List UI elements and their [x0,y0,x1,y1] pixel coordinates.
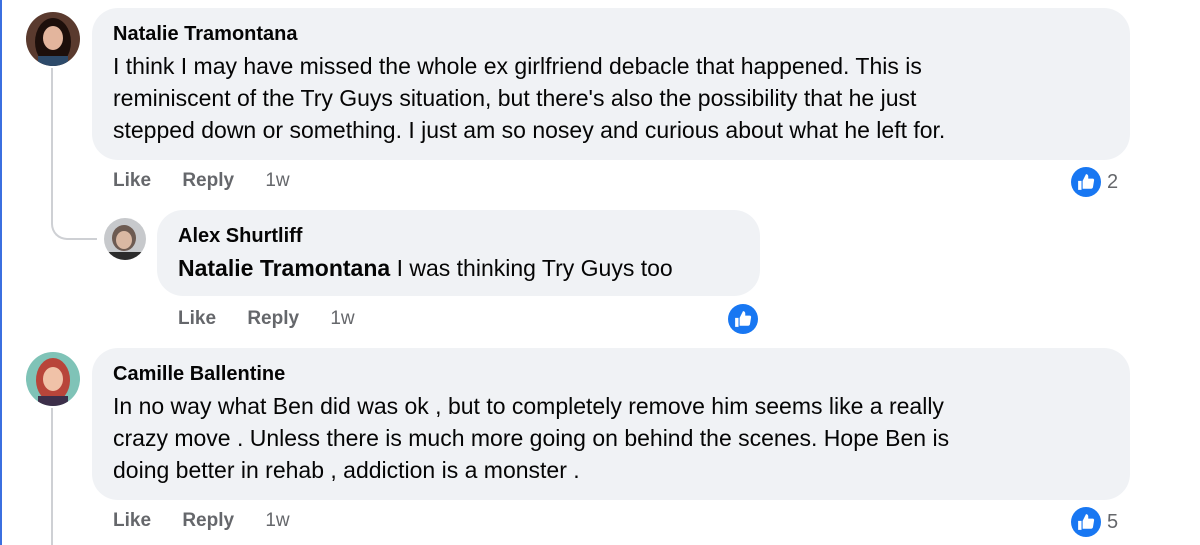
comment-timestamp[interactable]: 1w [265,170,289,191]
reply-button[interactable]: Reply [182,510,234,531]
comment-author[interactable]: Alex Shurtliff [178,225,302,248]
comment-author[interactable]: Natalie Tramontana [113,23,298,46]
avatar[interactable] [26,12,80,66]
reply-button[interactable]: Reply [182,170,234,191]
avatar[interactable] [26,352,80,406]
comment-bubble: Camille Ballentine In no way what Ben di… [92,348,1130,500]
thumbs-up-icon [1071,167,1101,197]
reply-button[interactable]: Reply [247,308,299,329]
like-button[interactable]: Like [178,308,216,329]
comment-text-line: reminiscent of the Try Guys situation, b… [113,85,917,111]
comment-actions: Like Reply 1w [178,308,355,330]
comment-text-body: I was thinking Try Guys too [390,255,673,281]
avatar[interactable] [104,218,146,260]
thumbs-up-icon [1071,507,1101,537]
comment-text: I think I may have missed the whole ex g… [113,50,1123,146]
mention-link[interactable]: Natalie Tramontana [178,255,390,281]
like-button[interactable]: Like [113,170,151,191]
comment-text-line: crazy move . Unless there is much more g… [113,425,950,451]
comment-author[interactable]: Camille Ballentine [113,363,285,386]
reaction-summary[interactable]: 2 [1071,167,1118,197]
reaction-summary[interactable] [728,304,758,334]
comment-text-line: I think I may have missed the whole ex g… [113,53,922,79]
thumbs-up-icon [728,304,758,334]
comment-timestamp[interactable]: 1w [265,510,289,531]
reaction-count: 2 [1107,170,1119,193]
thread-connector [51,68,53,218]
reaction-summary[interactable]: 5 [1071,507,1118,537]
comment-text-line: stepped down or something. I just am so … [113,117,946,143]
comment-actions: Like Reply 1w [113,170,290,192]
comment-text-line: In no way what Ben did was ok , but to c… [113,393,944,419]
comment-bubble: Natalie Tramontana I think I may have mi… [92,8,1130,160]
left-edge-divider [0,0,2,545]
like-button[interactable]: Like [113,510,151,531]
comment-timestamp[interactable]: 1w [330,308,354,329]
thread-connector [51,408,53,545]
comment-text-line: doing better in rehab , addiction is a m… [113,457,580,483]
comment-text: Natalie Tramontana I was thinking Try Gu… [178,252,673,284]
comment-actions: Like Reply 1w [113,510,290,532]
thread-connector-curve [51,200,97,240]
comment-bubble: Alex Shurtliff Natalie Tramontana I was … [157,210,760,296]
reaction-count: 5 [1107,510,1119,533]
comment-text: In no way what Ben did was ok , but to c… [113,390,1123,486]
